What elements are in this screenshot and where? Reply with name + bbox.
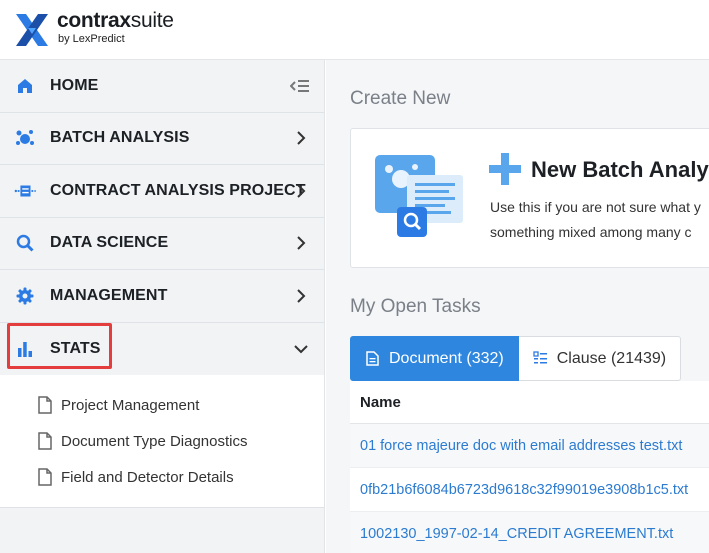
chevron-right-icon — [297, 184, 306, 198]
stats-highlight-annotation — [7, 323, 112, 369]
sidebar: HOME BATCH ANALYSIS CONTRACT ANALYSIS PR… — [0, 60, 325, 553]
chevron-down-icon — [294, 345, 308, 354]
stats-submenu: Project Management Document Type Diagnos… — [0, 375, 324, 508]
card-title: New Batch Analy — [531, 157, 709, 182]
brand-byline: by LexPredict — [58, 33, 125, 45]
sidebar-item-label: DATA SCIENCE — [50, 234, 169, 252]
tasks-table: Name 01 force majeure doc with email add… — [350, 381, 709, 553]
collapse-sidebar-icon[interactable] — [290, 78, 310, 94]
batch-analysis-icon — [14, 127, 36, 149]
gear-icon — [14, 285, 36, 307]
plus-icon — [489, 153, 521, 185]
sidebar-item-label: CONTRACT ANALYSIS PROJECT — [50, 181, 306, 199]
document-link[interactable]: 0fb21b6f6084b6723d9618c32f99019e3908b1c5… — [360, 482, 688, 498]
submenu-item-label: Document Type Diagnostics — [61, 432, 248, 450]
sidebar-item-contract-analysis-project[interactable]: CONTRACT ANALYSIS PROJECT — [0, 165, 324, 218]
tab-label: Clause (21439) — [556, 349, 667, 367]
table-row[interactable]: 01 force majeure doc with email addresse… — [350, 424, 709, 468]
chevron-right-icon — [297, 131, 306, 145]
sidebar-item-batch-analysis[interactable]: BATCH ANALYSIS — [0, 113, 324, 165]
list-icon — [533, 351, 547, 364]
sidebar-item-data-science[interactable]: DATA SCIENCE — [0, 218, 324, 270]
submenu-item-field-and-detector-details[interactable]: Field and Detector Details — [0, 459, 324, 495]
create-new-title: Create New — [350, 88, 451, 109]
sidebar-item-management[interactable]: MANAGEMENT — [0, 270, 324, 323]
sidebar-item-label: BATCH ANALYSIS — [50, 129, 190, 147]
contrax-logo-icon[interactable] — [14, 12, 50, 48]
document-icon — [38, 468, 52, 486]
document-link[interactable]: 01 force majeure doc with email addresse… — [360, 438, 682, 454]
submenu-item-label: Field and Detector Details — [61, 468, 234, 486]
submenu-item-project-management[interactable]: Project Management — [0, 387, 324, 423]
chevron-right-icon — [297, 289, 306, 303]
contract-project-icon — [14, 180, 36, 202]
search-icon — [14, 232, 36, 254]
batch-analysis-illustration-icon — [375, 155, 463, 237]
app-header: contraxsuite by LexPredict — [0, 0, 709, 60]
new-batch-analysis-card[interactable]: New Batch Analy Use this if you are not … — [350, 128, 709, 268]
document-icon — [38, 432, 52, 450]
task-tabs: Document (332) Clause (21439) — [350, 336, 682, 381]
column-header-name[interactable]: Name — [350, 381, 709, 424]
submenu-item-document-type-diagnostics[interactable]: Document Type Diagnostics — [0, 423, 324, 459]
home-icon — [14, 75, 36, 97]
open-tasks-title: My Open Tasks — [350, 296, 481, 317]
tab-documents[interactable]: Document (332) — [350, 336, 519, 381]
table-body: 01 force majeure doc with email addresse… — [350, 424, 709, 553]
sidebar-item-label: MANAGEMENT — [50, 286, 168, 304]
submenu-item-label: Project Management — [61, 396, 200, 414]
tab-clauses[interactable]: Clause (21439) — [518, 336, 682, 381]
main-content: Create New New Batch Analy Use this if y… — [326, 60, 709, 553]
table-row[interactable]: 1002130_1997-02-14_CREDIT AGREEMENT.txt — [350, 512, 709, 553]
sidebar-item-label: HOME — [50, 76, 99, 94]
brand-name: contraxsuite — [57, 9, 174, 32]
card-description: Use this if you are not sure what y some… — [490, 199, 701, 240]
chevron-right-icon — [297, 236, 306, 250]
table-row[interactable]: 0fb21b6f6084b6723d9618c32f99019e3908b1c5… — [350, 468, 709, 512]
document-icon — [366, 351, 379, 366]
document-link[interactable]: 1002130_1997-02-14_CREDIT AGREEMENT.txt — [360, 526, 673, 542]
tab-label: Document (332) — [389, 349, 504, 367]
sidebar-item-home[interactable]: HOME — [0, 60, 324, 113]
document-icon — [38, 396, 52, 414]
